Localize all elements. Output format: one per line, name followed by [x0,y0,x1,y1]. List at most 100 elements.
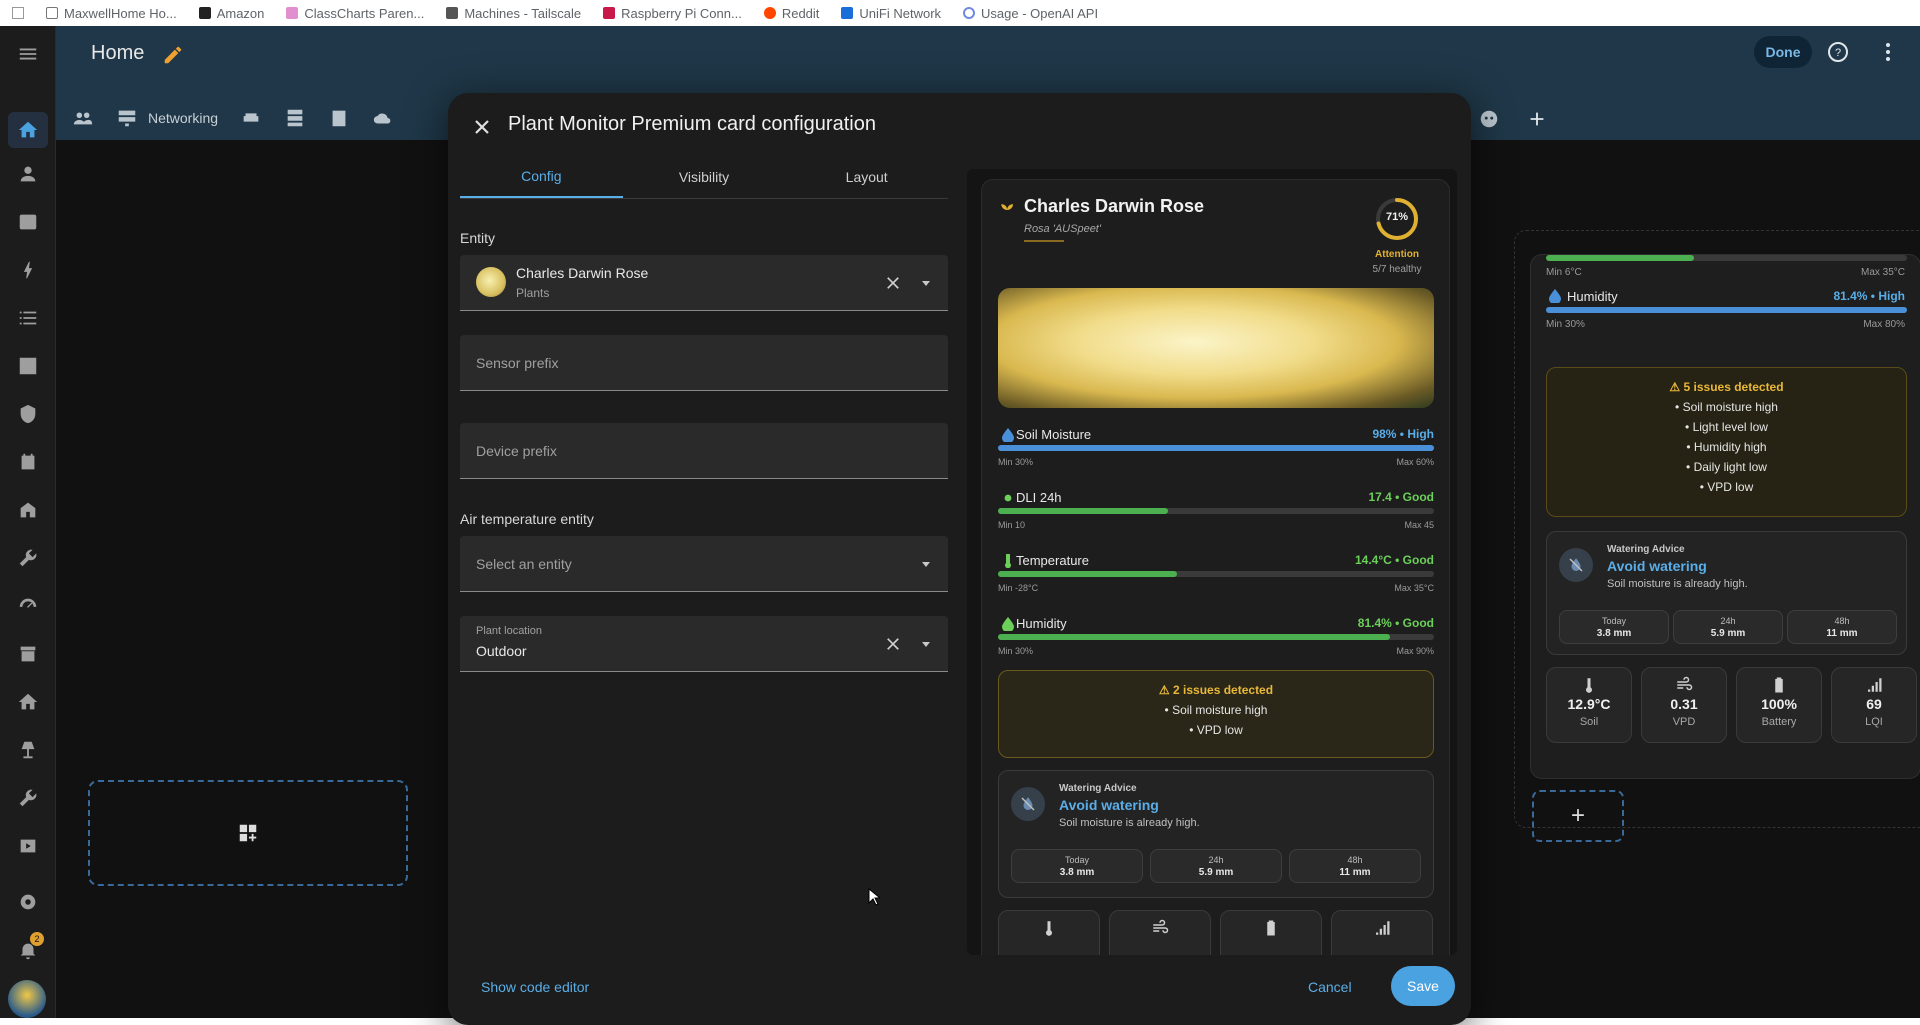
cancel-button[interactable]: Cancel [1308,979,1352,995]
bookmark-unifi[interactable]: UniFi Network [841,6,941,21]
bookmark-amazon[interactable]: Amazon [198,6,264,21]
close-icon[interactable] [470,115,494,139]
plant-scientific-name: Rosa 'AUSpeet' [1024,223,1101,235]
metric-bar [998,634,1434,640]
lamp-icon[interactable] [14,736,42,764]
tab-server-rack[interactable] [284,107,306,129]
notifications-bell-icon[interactable]: 2 [14,932,44,964]
media-icon[interactable] [14,832,42,860]
signal-icon [1376,921,1390,935]
tab-networking[interactable]: Networking [116,107,218,129]
thermometer-icon [1046,921,1052,936]
tools-icon[interactable] [14,784,42,812]
metric-dli: DLI 24h 17.4 • Good Min 10 Max 45 [998,490,1434,530]
rain-today: Today 3.8 mm [1559,610,1669,644]
contact-card-icon[interactable] [14,208,42,236]
tab-config[interactable]: Config [460,155,623,198]
stat-vpd [1109,910,1211,955]
house-icon[interactable] [14,688,42,716]
issue-item: • VPD low [1189,723,1243,737]
home-map-icon[interactable] [14,496,42,524]
menu-icon[interactable] [14,40,42,68]
device-prefix-field[interactable]: Device prefix [460,423,948,479]
history-chart-icon[interactable] [14,352,42,380]
card-preview: Charles Darwin Rose Rosa 'AUSpeet' 71% A… [967,169,1457,955]
robot-icon[interactable] [1478,108,1500,130]
clear-icon[interactable] [884,274,902,292]
user-avatar[interactable] [8,980,46,1018]
rain-today: Today 3.8 mm [1011,849,1143,883]
tab-layout[interactable]: Layout [785,155,948,198]
issue-item: • Soil moisture high [1675,400,1778,414]
tab-people[interactable] [72,107,94,129]
advice-subtitle: Soil moisture is already high. [1607,578,1748,590]
issues-panel: ⚠ 2 issues detected • Soil moisture high… [998,670,1434,758]
issues-title: ⚠ 5 issues detected [1669,380,1784,394]
issue-item: • Light level low [1685,420,1768,434]
tab-visibility[interactable]: Visibility [623,155,786,198]
card-config-dialog: Plant Monitor Premium card configuration… [448,93,1471,1025]
svg-text:?: ? [1835,47,1841,59]
gauge-icon[interactable] [14,592,42,620]
person-icon[interactable] [14,160,42,188]
plant-location-value: Outdoor [476,643,527,659]
storage-icon [332,110,346,127]
bookmark-tailscale[interactable]: Machines - Tailscale [446,6,581,21]
list-icon[interactable] [14,304,42,332]
bookmark-reddit[interactable]: Reddit [763,6,819,21]
rain-48h: 48h 11 mm [1787,610,1897,644]
tab-cloud[interactable] [372,107,394,129]
bookmark-raspberry-pi[interactable]: Raspberry Pi Conn... [603,6,742,21]
dropdown-arrow-icon[interactable] [922,281,930,286]
dropdown-arrow-icon[interactable] [922,562,930,567]
home-icon [18,121,38,138]
sidebar-item-overview[interactable] [8,112,48,148]
edit-pencil-icon[interactable] [162,44,184,66]
bookmark-maxwellhome[interactable]: MaxwellHome Ho... [46,6,177,21]
metric-bar-fill [998,508,1169,514]
stat-lqi: 69 LQI [1831,667,1917,743]
bookmark-classcharts[interactable]: ClassCharts Paren... [286,6,424,21]
show-code-editor-button[interactable]: Show code editor [481,979,589,995]
issue-item: • VPD low [1699,480,1754,494]
sensor-prefix-field[interactable]: Sensor prefix [460,335,948,391]
stat-vpd: 0.31 VPD [1641,667,1727,743]
metric-bar-fill [998,445,1434,451]
raspberry-pi-icon [603,7,616,19]
server-rack-icon [287,109,303,127]
hacs-icon[interactable] [14,640,42,668]
clear-icon[interactable] [884,635,902,653]
entity-picker[interactable]: Charles Darwin Rose Plants [460,255,948,311]
settings-gear-icon[interactable] [14,888,42,916]
energy-bolt-icon[interactable] [14,256,42,284]
dropdown-arrow-icon[interactable] [922,642,930,647]
wrench-icon[interactable] [14,544,42,572]
calendar-icon[interactable] [14,448,42,476]
add-card-button[interactable]: + [1532,790,1624,842]
plant-location-field[interactable]: Plant location Outdoor [460,616,948,672]
apps-grid-icon[interactable] [12,7,24,19]
help-icon[interactable]: ? [1826,40,1850,64]
metric-humidity: Humidity 81.4% • Good Min 30% Max 90% [998,616,1434,656]
rain-24h: 24h 5.9 mm [1150,849,1282,883]
advice-kicker: Watering Advice [1059,783,1137,794]
done-button[interactable]: Done [1754,36,1812,68]
sprout-icon [1001,204,1013,219]
add-card-dropzone[interactable] [88,780,408,886]
sofa-icon [243,113,259,122]
healthy-count: 5/7 healthy [1372,264,1422,275]
shield-icon[interactable] [14,400,42,428]
temp-max: Max 35°C [1860,267,1905,278]
more-vert-icon[interactable] [1876,40,1900,64]
sun-icon [1004,494,1012,502]
bookmark-openai[interactable]: Usage - OpenAI API [963,6,1098,21]
temp-bar [1546,255,1907,261]
air-temp-entity-field[interactable]: Select an entity [460,536,948,592]
save-button[interactable]: Save [1391,966,1455,1006]
tab-storage[interactable] [328,107,350,129]
add-view-icon[interactable] [1526,108,1548,130]
tab-sofa[interactable] [240,107,262,129]
signal-icon [1868,678,1882,692]
rain-24h: 24h 5.9 mm [1673,610,1783,644]
plant-card-dashboard[interactable]: Min 6°C Max 35°C Humidity 81.4% • High M… [1530,254,1920,779]
